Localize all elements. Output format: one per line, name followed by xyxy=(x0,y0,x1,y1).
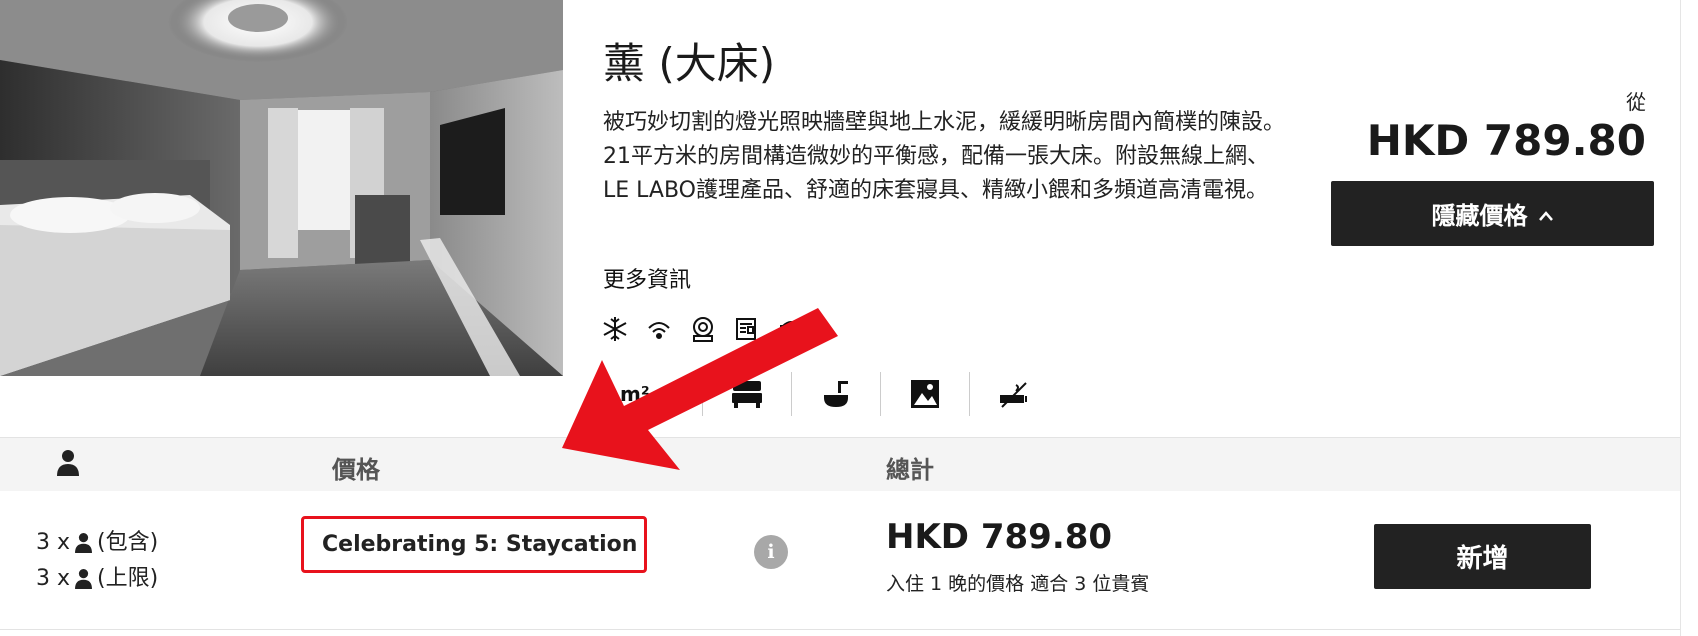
rates-table-header: 價格 總計 xyxy=(0,437,1680,492)
rate-name-highlight[interactable]: Celebrating 5: Staycation xyxy=(301,516,647,573)
wifi-icon xyxy=(644,314,674,344)
guests-max-count: 3 x xyxy=(36,566,71,591)
person-icon xyxy=(57,450,79,480)
starting-price: HKD 789.80 xyxy=(1366,116,1646,165)
row-total-note: 入住 1 晚的價格 適合 3 位貴賓 xyxy=(886,573,1150,595)
hide-price-label: 隱藏價格 xyxy=(1431,202,1528,230)
guests-max: 3 x (上限) xyxy=(36,561,158,597)
bed-icon xyxy=(702,372,791,416)
room-size-unit: m² xyxy=(620,382,650,406)
room-size: m² xyxy=(620,372,702,416)
scrollbar-track[interactable] xyxy=(1680,0,1698,636)
room-rate-page: 薰 (大床) 被巧妙切割的燈光照映牆壁與地上水泥，緩緩明晰房間內簡樸的陳設。21… xyxy=(0,0,1698,636)
snowflake-icon xyxy=(600,314,630,344)
room-title: 薰 (大床) xyxy=(603,39,776,88)
hide-price-button[interactable]: 隱藏價格 xyxy=(1331,181,1654,246)
row-total-price: HKD 789.80 xyxy=(886,517,1113,557)
safe-icon xyxy=(688,314,718,344)
guests-included: 3 x (包含) xyxy=(36,525,158,561)
amenities-top-row xyxy=(600,314,806,344)
guests-included-label: (包含) xyxy=(97,530,159,555)
shower-icon xyxy=(791,372,880,416)
table-row: 3 x (包含) 3 x (上限) Celebrating 5: Staycat… xyxy=(0,491,1680,630)
guests-cell: 3 x (包含) 3 x (上限) xyxy=(36,525,158,597)
person-icon xyxy=(75,533,92,553)
total-column-header: 總計 xyxy=(886,456,934,484)
person-icon xyxy=(75,569,92,589)
amenities-bottom-row: m² xyxy=(620,372,1058,416)
no-smoking-icon xyxy=(969,372,1058,416)
newspaper-icon xyxy=(732,314,762,344)
price-from-label: 從 xyxy=(1626,90,1646,114)
chevron-up-icon xyxy=(1538,200,1554,228)
info-icon[interactable]: i xyxy=(754,535,788,569)
room-photo xyxy=(0,0,563,376)
guests-max-label: (上限) xyxy=(97,566,159,591)
guests-included-count: 3 x xyxy=(36,530,71,555)
rate-name: Celebrating 5: Staycation xyxy=(322,532,638,557)
add-button[interactable]: 新增 xyxy=(1374,524,1591,589)
phone-icon xyxy=(776,314,806,344)
room-description: 被巧妙切割的燈光照映牆壁與地上水泥，緩緩明晰房間內簡樸的陳設。21平方米的房間構… xyxy=(603,110,1286,203)
city-view-icon xyxy=(880,372,969,416)
more-info-link[interactable]: 更多資訊 xyxy=(603,262,691,294)
price-column-header: 價格 xyxy=(332,456,380,484)
